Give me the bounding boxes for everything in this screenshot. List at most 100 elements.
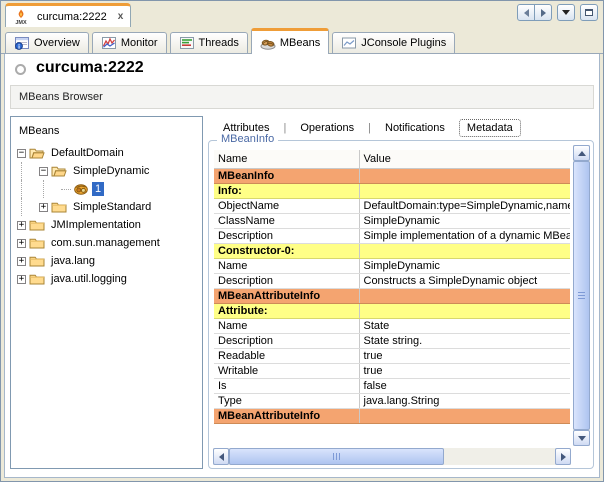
expand-icon[interactable]: + xyxy=(17,239,26,248)
horizontal-scroll-thumb[interactable] xyxy=(229,448,444,465)
tab-label: MBeans xyxy=(280,37,320,49)
cell-name: Description xyxy=(214,228,359,243)
tree-node-label: com.sun.management xyxy=(48,236,163,250)
expand-icon[interactable]: + xyxy=(39,203,48,212)
vertical-scroll-thumb[interactable] xyxy=(573,161,590,430)
column-header-value[interactable]: Value xyxy=(359,150,570,168)
tab-separator: | xyxy=(368,122,371,134)
column-header-name[interactable]: Name xyxy=(214,150,359,168)
scroll-up-button[interactable] xyxy=(573,145,590,161)
tab-jconsole-plugins[interactable]: JConsole Plugins xyxy=(332,32,455,53)
cell-value: DefaultDomain:type=SimpleDynamic,name=1 xyxy=(359,198,570,213)
table-row[interactable]: Writabletrue xyxy=(214,363,570,378)
forward-arrow-icon xyxy=(541,9,546,17)
tree-node-com-sun-management[interactable]: + com.sun.management xyxy=(11,234,202,252)
table-row[interactable]: Attribute: xyxy=(214,303,570,318)
tree-panel-title: MBeans xyxy=(11,117,202,144)
table-row[interactable]: MBeanInfo xyxy=(214,168,570,183)
table-row[interactable]: NameSimpleDynamic xyxy=(214,258,570,273)
tree-node-jmimplementation[interactable]: + JMImplementation xyxy=(11,216,202,234)
cell-value: Constructs a SimpleDynamic object xyxy=(359,273,570,288)
tree-node-label: java.util.logging xyxy=(48,272,130,286)
table-row[interactable]: Info: xyxy=(214,183,570,198)
detail-tab-notifications[interactable]: Notifications xyxy=(378,120,452,136)
collapse-icon[interactable]: − xyxy=(39,167,48,176)
cell-value xyxy=(359,408,570,423)
detail-tab-metadata[interactable]: Metadata xyxy=(459,119,521,137)
cell-value: false xyxy=(359,378,570,393)
plugins-icon xyxy=(341,35,357,51)
horizontal-scrollbar[interactable] xyxy=(213,448,571,465)
monitor-icon xyxy=(101,35,117,51)
tree-node-defaultdomain[interactable]: − DefaultDomain xyxy=(11,144,202,162)
table-row[interactable]: Isfalse xyxy=(214,378,570,393)
back-arrow-icon xyxy=(524,9,529,17)
cell-name: MBeanAttributeInfo xyxy=(214,288,359,303)
table-row[interactable]: NameState xyxy=(214,318,570,333)
tab-close-icon[interactable]: x xyxy=(118,11,124,22)
tree-node-java-lang[interactable]: + java.lang xyxy=(11,252,202,270)
tree-node-label: DefaultDomain xyxy=(48,146,127,160)
window-menu-button[interactable] xyxy=(557,4,575,21)
cell-value: SimpleDynamic xyxy=(359,213,570,228)
expand-icon[interactable]: + xyxy=(17,257,26,266)
table-row[interactable]: DescriptionConstructs a SimpleDynamic ob… xyxy=(214,273,570,288)
cell-name: Attribute: xyxy=(214,303,359,318)
mbean-icon xyxy=(73,181,89,197)
cell-name: Name xyxy=(214,258,359,273)
scroll-down-button[interactable] xyxy=(573,430,590,446)
connection-tab[interactable]: JMX curcuma:2222 x xyxy=(5,3,131,27)
nav-forward-button[interactable] xyxy=(534,4,552,21)
tree-guide-line xyxy=(43,180,61,198)
detail-tab-operations[interactable]: Operations xyxy=(293,120,361,136)
tree-node-simpledynamic[interactable]: − SimpleDynamic xyxy=(11,162,202,180)
table-row[interactable]: Readabletrue xyxy=(214,348,570,363)
expand-icon[interactable]: + xyxy=(17,221,26,230)
scroll-left-button[interactable] xyxy=(213,448,229,465)
vertical-scrollbar[interactable] xyxy=(573,145,590,446)
table-row[interactable]: ObjectNameDefaultDomain:type=SimpleDynam… xyxy=(214,198,570,213)
tree-node-java-util-logging[interactable]: + java.util.logging xyxy=(11,270,202,288)
table-row[interactable]: Constructor-0: xyxy=(214,243,570,258)
table-row[interactable]: ClassNameSimpleDynamic xyxy=(214,213,570,228)
tree-node-label: java.lang xyxy=(48,254,98,268)
tab-label: JConsole Plugins xyxy=(361,37,446,49)
main-tab-bar: iOverviewMonitorThreads MBeans JConsole Pl… xyxy=(1,27,603,54)
cell-name: Writable xyxy=(214,363,359,378)
table-row[interactable]: MBeanAttributeInfo xyxy=(214,408,570,423)
tree-node-simplestandard[interactable]: +SimpleStandard xyxy=(11,198,202,216)
tree-guide-line xyxy=(21,162,39,180)
tree-guide-line xyxy=(21,198,39,216)
cell-name: Constructor-0: xyxy=(214,243,359,258)
tab-separator: | xyxy=(283,122,286,134)
scroll-right-icon xyxy=(561,453,566,461)
metadata-table: NameValue MBeanInfoInfo:ObjectNameDefaul… xyxy=(214,150,570,424)
maximize-button[interactable] xyxy=(580,4,598,21)
threads-icon xyxy=(179,35,195,51)
scroll-right-button[interactable] xyxy=(555,448,571,465)
jmx-icon: JMX xyxy=(13,9,29,25)
cell-name: Is xyxy=(214,378,359,393)
table-row[interactable]: DescriptionState string. xyxy=(214,333,570,348)
expand-icon[interactable]: + xyxy=(17,275,26,284)
metadata-table-wrap: NameValue MBeanInfoInfo:ObjectNameDefaul… xyxy=(214,150,570,447)
cell-value xyxy=(359,243,570,258)
tree-node-1[interactable]: 1 xyxy=(11,180,202,198)
tree-node-label: SimpleDynamic xyxy=(70,164,152,178)
tab-monitor[interactable]: Monitor xyxy=(92,32,167,53)
cell-value: Simple implementation of a dynamic MBean… xyxy=(359,228,570,243)
tab-overview[interactable]: iOverview xyxy=(5,32,89,53)
tree-stub-line xyxy=(61,189,71,190)
table-row[interactable]: MBeanAttributeInfo xyxy=(214,288,570,303)
cell-name: Description xyxy=(214,333,359,348)
cell-name: ObjectName xyxy=(214,198,359,213)
cell-name: Type xyxy=(214,393,359,408)
table-row[interactable]: DescriptionSimple implementation of a dy… xyxy=(214,228,570,243)
tab-threads[interactable]: Threads xyxy=(170,32,248,53)
table-row[interactable]: Typejava.lang.String xyxy=(214,393,570,408)
nav-back-button[interactable] xyxy=(517,4,535,21)
tree-node-label: JMImplementation xyxy=(48,218,144,232)
tab-mbeans[interactable]: MBeans xyxy=(251,28,329,54)
scroll-up-icon xyxy=(578,151,586,156)
collapse-icon[interactable]: − xyxy=(17,149,26,158)
